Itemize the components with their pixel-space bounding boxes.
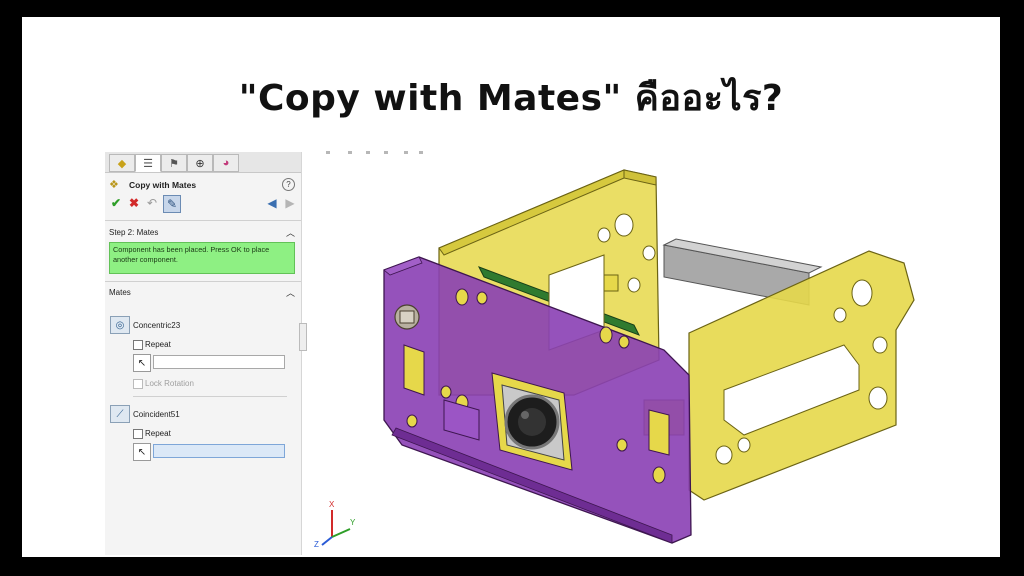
graphics-viewport[interactable]: X Y Z [304,145,1000,555]
pushpin-icon: ✎ [166,197,178,211]
mate-divider [133,396,287,397]
repeat-label-2: Repeat [145,429,171,438]
triad-y-label: Y [350,518,356,527]
undo-button[interactable]: ↶ [145,196,159,210]
status-message: Component has been placed. Press OK to p… [109,242,295,274]
keep-visible-button[interactable]: ✎ [163,195,181,213]
ok-button[interactable]: ✔ [109,196,123,210]
display-manager-icon: ◕ [222,157,230,169]
undo-icon: ↶ [146,196,158,210]
triad-z-label: Z [314,540,319,549]
configuration-manager-tab[interactable]: ⚑ [161,154,187,172]
next-icon: ▶ [285,196,295,210]
page-title: "Copy with Mates" คืออะไร? [238,78,784,119]
repeat-checkbox-1[interactable] [133,340,143,350]
configuration-manager-icon: ⚑ [169,157,179,170]
screw-head[interactable] [394,304,420,330]
property-manager-tab[interactable]: ☰ [135,154,161,172]
step-section: Step 2: Mates ︿ [105,220,301,238]
concentric-mate-icon: ◎ [110,316,130,334]
next-button[interactable]: ▶ [283,196,297,210]
help-button[interactable]: ? [282,178,295,191]
coincident-mate-icon: ⟋ [110,405,130,423]
mate-reference-field-1[interactable] [153,355,285,369]
select-reference-button-2[interactable]: ↖ [133,443,151,461]
check-icon: ✔ [110,196,122,210]
feature-manager-tab[interactable]: ◆ [109,154,135,172]
back-icon: ◀ [267,196,277,210]
arrow-select-icon: ↖ [137,446,147,458]
triad-x-label: X [329,500,335,509]
assembly-model: X Y Z [314,151,915,549]
dimxpert-tab[interactable]: ⊕ [187,154,213,172]
mates-section: Mates ︿ [105,281,301,298]
select-reference-button-1[interactable]: ↖ [133,354,151,372]
cancel-button[interactable]: ✖ [127,196,141,210]
arrow-select-icon: ↖ [137,357,147,369]
property-manager-title: Copy with Mates [129,180,197,190]
action-bar: ✔ ✖ ↶ ✎ ◀ ▶ [109,195,297,213]
mate-reference-field-2[interactable] [153,444,285,458]
step-heading: Step 2: Mates [109,228,159,237]
manager-tabs: ◆ ☰ ⚑ ⊕ ◕ [105,152,301,173]
axis-triad: X Y Z [314,500,356,549]
chevron-up-icon: ︿ [285,288,295,298]
slide: "Copy with Mates" คืออะไร? ◆ ☰ ⚑ ⊕ ◕ ❖ C… [22,17,1000,557]
mate-name-2: Coincident51 [133,410,180,419]
repeat-label-1: Repeat [145,340,171,349]
close-icon: ✖ [128,196,140,210]
feature-manager-icon: ◆ [117,157,127,170]
display-manager-tab[interactable]: ◕ [213,154,239,172]
collapse-step-button[interactable]: ︿ [286,226,295,239]
mate-name-1: Concentric23 [133,321,181,330]
dimxpert-icon: ⊕ [195,157,205,170]
property-manager-header: ❖ Copy with Mates ? [109,178,295,192]
back-button[interactable]: ◀ [265,196,279,210]
property-manager-icon: ☰ [143,157,153,170]
lock-rotation-checkbox[interactable] [133,379,143,389]
collapse-mates-button[interactable]: ︿ [286,286,295,299]
copy-with-mates-icon: ❖ [109,179,119,191]
mates-heading: Mates [109,288,131,297]
lock-rotation-label: Lock Rotation [145,379,194,388]
property-manager-panel: ◆ ☰ ⚑ ⊕ ◕ ❖ Copy with Mates ? ✔ ✖ ↶ ✎ ◀ … [105,152,302,555]
heads-up-toolbar[interactable] [326,151,423,154]
repeat-checkbox-2[interactable] [133,429,143,439]
chevron-up-icon: ︿ [285,228,295,238]
